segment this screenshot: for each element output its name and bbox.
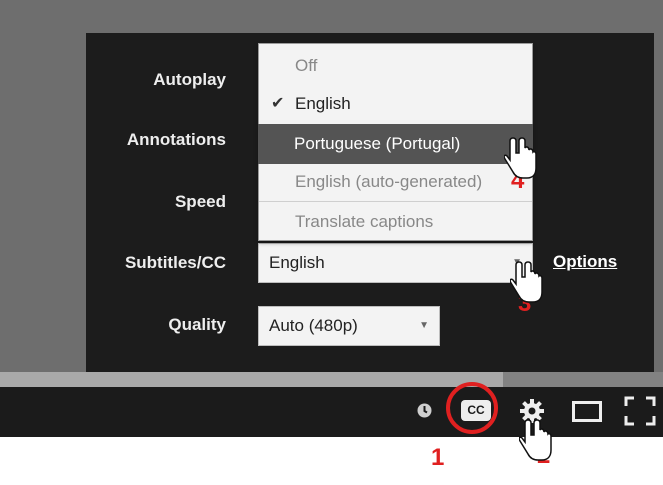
subtitle-option-off[interactable]: Off xyxy=(259,46,532,86)
subtitle-option-english[interactable]: ✔ English xyxy=(259,84,532,124)
subtitle-option-label: Portuguese (Portugal) xyxy=(294,134,461,153)
annotations-label: Annotations xyxy=(126,130,226,149)
highlight-circle xyxy=(446,382,498,434)
dropdown-arrow-icon: ▼ xyxy=(419,320,429,331)
subtitles-dropdown-menu: Off ✔ English Portuguese (Portugal) Engl… xyxy=(258,43,533,241)
quality-select[interactable]: Auto (480p) ▼ xyxy=(258,306,440,346)
subtitle-option-label: English (auto-generated) xyxy=(295,172,483,191)
hand-cursor-icon xyxy=(519,419,552,461)
hand-cursor-icon xyxy=(504,137,537,179)
subtitle-option-english-auto[interactable]: English (auto-generated) xyxy=(259,162,532,202)
subtitles-select[interactable]: English ▼ xyxy=(258,243,533,283)
options-link[interactable]: Options xyxy=(553,252,617,272)
theater-mode-icon[interactable] xyxy=(572,401,602,422)
subtitle-option-translate[interactable]: Translate captions xyxy=(259,202,532,242)
subtitles-label: Subtitles/CC xyxy=(124,253,226,272)
quality-select-value: Auto (480p) xyxy=(269,316,358,335)
subtitle-option-portuguese[interactable]: Portuguese (Portugal) xyxy=(258,124,533,164)
progress-bar[interactable] xyxy=(0,372,663,387)
hand-cursor-icon xyxy=(510,261,543,303)
subtitles-select-value: English xyxy=(269,253,325,272)
step-number-1: 1 xyxy=(431,444,445,471)
autoplay-label: Autoplay xyxy=(153,70,226,89)
subtitle-option-label: English xyxy=(295,94,351,113)
subtitle-option-label: Translate captions xyxy=(295,212,434,231)
quality-label: Quality xyxy=(168,315,226,334)
progress-bar-fill xyxy=(0,372,503,387)
subtitle-option-label: Off xyxy=(295,56,318,75)
check-icon: ✔ xyxy=(271,95,285,112)
fullscreen-icon[interactable] xyxy=(624,396,656,426)
player-control-bar xyxy=(0,387,663,437)
speed-label: Speed xyxy=(174,192,226,211)
clock-icon[interactable] xyxy=(416,402,433,419)
